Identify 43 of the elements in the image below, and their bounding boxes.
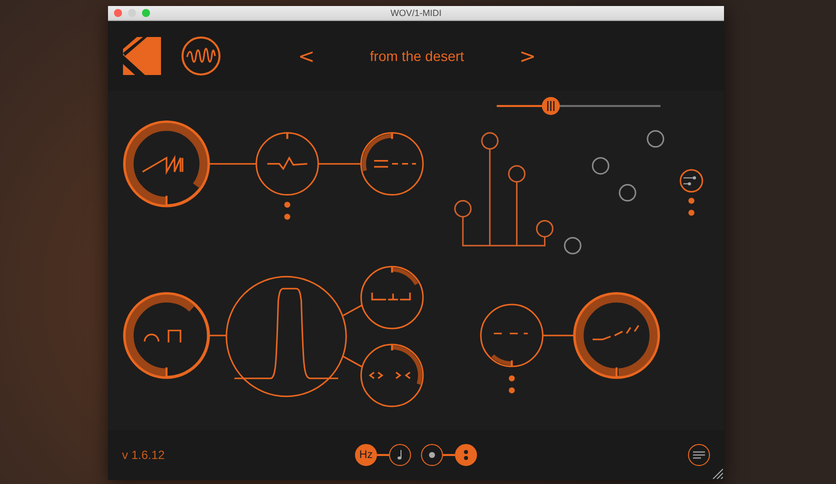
modulation-point[interactable] bbox=[564, 236, 582, 254]
two-dots-icon bbox=[464, 449, 468, 462]
waveform-icon bbox=[592, 324, 640, 340]
more-dots-icon[interactable] bbox=[284, 202, 290, 220]
modulation-stems-drawing[interactable] bbox=[454, 132, 554, 246]
connector-line bbox=[542, 334, 575, 336]
waveform-icon bbox=[144, 330, 182, 344]
slider-thumb[interactable] bbox=[542, 96, 560, 115]
connector-line bbox=[208, 162, 256, 164]
waveform-logo-icon[interactable] bbox=[181, 36, 221, 76]
connector-line bbox=[342, 304, 364, 316]
next-preset-button[interactable]: > bbox=[515, 44, 540, 68]
window-title: WOV/1-MIDI bbox=[390, 8, 442, 18]
more-dots-icon[interactable] bbox=[508, 375, 515, 394]
waveform-icon bbox=[371, 292, 411, 300]
modulation-point[interactable] bbox=[592, 156, 610, 174]
music-note-icon bbox=[396, 450, 404, 460]
filter-curve-display[interactable] bbox=[226, 276, 347, 397]
dot-icon bbox=[429, 452, 435, 458]
morph-slider[interactable] bbox=[496, 96, 660, 115]
dot-toggle[interactable] bbox=[421, 444, 443, 466]
version-label: v 1.6.12 bbox=[122, 448, 166, 462]
waveform-icon bbox=[368, 371, 411, 380]
routing-button[interactable] bbox=[680, 168, 704, 192]
dots-toggle[interactable] bbox=[455, 444, 477, 466]
resize-grip-icon[interactable] bbox=[711, 467, 723, 479]
note-toggle[interactable] bbox=[389, 444, 411, 466]
logo-icon bbox=[123, 36, 161, 75]
hz-toggle[interactable]: Hz bbox=[355, 444, 377, 466]
waveform-icon bbox=[373, 160, 417, 168]
previous-preset-button[interactable]: < bbox=[294, 44, 319, 68]
connector-line bbox=[208, 334, 226, 336]
preset-name: from the desert bbox=[370, 48, 464, 64]
waveform-icon bbox=[142, 154, 184, 175]
menu-button[interactable] bbox=[688, 444, 710, 466]
connector-line bbox=[318, 162, 362, 164]
connector-line bbox=[342, 356, 364, 368]
knob[interactable] bbox=[256, 132, 319, 196]
waveform-icon bbox=[267, 156, 308, 170]
more-dots-icon[interactable] bbox=[688, 198, 694, 216]
menu-icon bbox=[693, 451, 705, 460]
modulation-point[interactable] bbox=[618, 184, 636, 202]
modulation-point[interactable] bbox=[646, 130, 664, 148]
